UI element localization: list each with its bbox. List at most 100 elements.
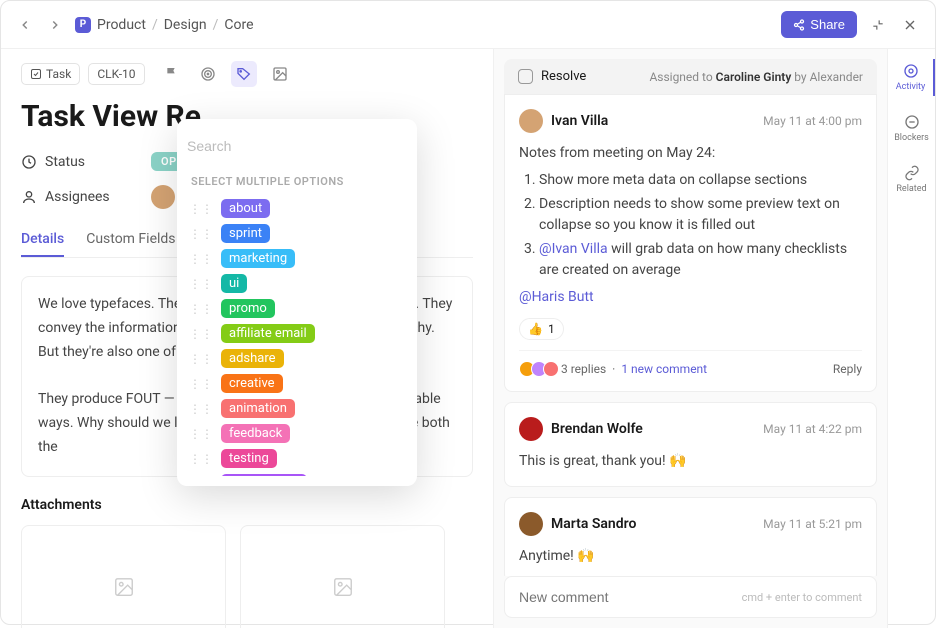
rail-activity[interactable]: Activity [888, 59, 935, 96]
attachment-placeholder[interactable] [240, 525, 445, 628]
comment-card: Ivan Villa May 11 at 4:00 pm Notes from … [504, 94, 877, 392]
replies-count[interactable]: 3 replies [561, 362, 606, 376]
avatar [519, 512, 543, 536]
drag-handle-icon[interactable]: ⋮⋮ [189, 202, 213, 216]
dropdown-option[interactable]: ⋮⋮ sprint [177, 221, 417, 246]
person-icon [21, 189, 37, 205]
search-input[interactable] [187, 129, 407, 163]
task-id-chip[interactable]: CLK-10 [88, 63, 144, 85]
tag-pill: affiliate email [221, 324, 315, 343]
target-icon[interactable] [195, 61, 221, 87]
drag-handle-icon[interactable]: ⋮⋮ [189, 427, 213, 441]
thread-avatars [519, 361, 555, 377]
forward-button[interactable] [45, 15, 65, 35]
comment-body: Notes from meeting on May 24: Show more … [519, 143, 862, 308]
flag-icon[interactable] [159, 61, 185, 87]
share-button[interactable]: Share [781, 11, 857, 38]
link-icon [904, 165, 920, 181]
share-icon [793, 19, 805, 31]
tag-dropdown: SELECT MULTIPLE OPTIONS ⋮⋮about⋮⋮sprint⋮… [177, 119, 417, 486]
comment-time: May 11 at 5:21 pm [763, 517, 862, 531]
breadcrumb-item[interactable]: Design [164, 17, 207, 33]
drag-handle-icon[interactable]: ⋮⋮ [189, 277, 213, 291]
resolve-label: Resolve [541, 69, 586, 84]
breadcrumb-item[interactable]: Product [97, 17, 146, 33]
drag-handle-icon[interactable]: ⋮⋮ [189, 302, 213, 316]
tag-pill: ui [221, 274, 247, 293]
tag-pill: marketing [221, 249, 295, 268]
tab-details[interactable]: Details [21, 223, 64, 257]
avatar [519, 109, 543, 133]
drag-handle-icon[interactable]: ⋮⋮ [189, 452, 213, 466]
comment-time: May 11 at 4:22 pm [763, 422, 862, 436]
image-icon[interactable] [267, 61, 293, 87]
status-icon [21, 154, 37, 170]
tag-pill: sprint [221, 224, 270, 243]
tag-pill: promo [221, 299, 275, 318]
tab-custom-fields[interactable]: Custom Fields [86, 223, 175, 257]
dropdown-option[interactable]: ⋮⋮ promo [177, 296, 417, 321]
comment-body: This is great, thank you! 🙌 [519, 451, 862, 472]
assignees-label: Assignees [21, 189, 141, 205]
dropdown-option[interactable]: ⋮⋮ testing [177, 446, 417, 471]
dropdown-option[interactable]: ⋮⋮ creative [177, 371, 417, 396]
reply-button[interactable]: Reply [833, 362, 862, 376]
mention[interactable]: @Ivan Villa [539, 241, 608, 257]
assigned-to: Assigned to Caroline Ginty by Alexander [649, 70, 863, 84]
tag-pill: about [221, 199, 270, 218]
image-icon [113, 576, 135, 598]
tag-pill: sprint - 11/1 [221, 474, 307, 476]
breadcrumb: P Product / Design / Core [75, 17, 254, 33]
status-label: Status [21, 154, 141, 170]
rail-related[interactable]: Related [888, 161, 935, 198]
drag-handle-icon[interactable]: ⋮⋮ [189, 327, 213, 341]
new-comment-field[interactable] [519, 589, 725, 605]
check-square-icon [30, 68, 42, 80]
dropdown-option[interactable]: ⋮⋮ affiliate email [177, 321, 417, 346]
comment-body: Anytime! 🙌 [519, 546, 862, 567]
project-icon: P [75, 17, 91, 33]
comment-card: Marta Sandro May 11 at 5:21 pm Anytime! … [504, 497, 877, 576]
resolve-bar: Resolve Assigned to Caroline Ginty by Al… [504, 59, 877, 94]
comment-input-box[interactable]: cmd + enter to comment [504, 576, 877, 618]
image-icon [332, 576, 354, 598]
drag-handle-icon[interactable]: ⋮⋮ [189, 227, 213, 241]
resolve-checkbox[interactable] [518, 69, 533, 84]
dropdown-option[interactable]: ⋮⋮ adshare [177, 346, 417, 371]
drag-handle-icon[interactable]: ⋮⋮ [189, 252, 213, 266]
reaction-button[interactable]: 👍1 [519, 318, 564, 340]
rail-blockers[interactable]: Blockers [888, 110, 935, 147]
drag-handle-icon[interactable]: ⋮⋮ [189, 402, 213, 416]
dropdown-header: SELECT MULTIPLE OPTIONS [177, 171, 417, 196]
avatar [519, 417, 543, 441]
breadcrumb-item[interactable]: Core [224, 17, 253, 33]
dropdown-option[interactable]: ⋮⋮ animation [177, 396, 417, 421]
dropdown-option[interactable]: ⋮⋮sprint - 11/1 [177, 471, 417, 476]
submit-hint: cmd + enter to comment [742, 591, 862, 604]
activity-icon [903, 63, 919, 79]
task-type-chip[interactable]: Task [21, 63, 80, 85]
drag-handle-icon[interactable]: ⋮⋮ [189, 377, 213, 391]
tag-pill: adshare [221, 349, 284, 368]
dropdown-option[interactable]: ⋮⋮ marketing [177, 246, 417, 271]
dropdown-option[interactable]: ⋮⋮ feedback [177, 421, 417, 446]
tag-icon[interactable] [231, 61, 257, 87]
drag-handle-icon[interactable]: ⋮⋮ [189, 352, 213, 366]
avatar[interactable] [151, 185, 175, 209]
tag-pill: testing [221, 449, 277, 468]
comment-card: Brendan Wolfe May 11 at 4:22 pm This is … [504, 402, 877, 487]
back-button[interactable] [15, 15, 35, 35]
blocker-icon [904, 114, 920, 130]
tag-pill: feedback [221, 424, 290, 443]
attachment-placeholder[interactable] [21, 525, 226, 628]
close-icon[interactable] [899, 14, 921, 36]
comment-time: May 11 at 4:00 pm [763, 114, 862, 128]
collapse-icon[interactable] [867, 14, 889, 36]
new-comment-link[interactable]: 1 new comment [621, 362, 707, 376]
mention[interactable]: @Haris Butt [519, 289, 594, 305]
tag-pill: creative [221, 374, 283, 393]
tag-pill: animation [221, 399, 295, 418]
dropdown-option[interactable]: ⋮⋮ ui [177, 271, 417, 296]
dropdown-option[interactable]: ⋮⋮ about [177, 196, 417, 221]
attachments-heading: Attachments [21, 497, 473, 513]
